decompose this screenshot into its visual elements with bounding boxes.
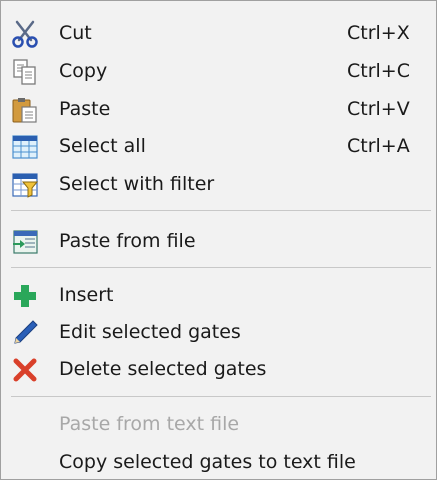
menu-item-label: Select all	[59, 135, 146, 157]
paste-icon	[11, 96, 39, 124]
menu-item-delete-selected-gates[interactable]: Delete selected gates	[1, 351, 436, 388]
menu-item-label: Insert	[59, 284, 114, 306]
menu-item-label: Edit selected gates	[59, 321, 241, 343]
menu-item-label: Paste	[59, 98, 111, 120]
menu-item-paste[interactable]: Paste Ctrl+V	[1, 91, 436, 128]
menu-item-label: Copy	[59, 60, 108, 82]
menu-separator	[11, 210, 431, 211]
plus-icon	[11, 282, 39, 310]
menu-item-label: Copy selected gates to text file	[59, 451, 356, 473]
menu-item-label: Paste from file	[59, 230, 196, 252]
menu-item-label: Select with filter	[59, 173, 215, 195]
menu-item-label: Cut	[59, 22, 92, 44]
pencil-icon	[11, 319, 39, 347]
menu-item-paste-from-text-file: Paste from text file	[1, 406, 436, 443]
menu-item-select-with-filter[interactable]: Select with filter	[1, 166, 436, 203]
menu-item-shortcut: Ctrl+C	[347, 60, 410, 82]
menu-item-select-all[interactable]: Select all Ctrl+A	[1, 128, 436, 165]
x-icon	[11, 356, 39, 384]
menu-separator	[11, 267, 431, 268]
menu-item-cut[interactable]: Cut Ctrl+X	[1, 15, 436, 52]
menu-separator	[11, 396, 431, 397]
menu-item-label: Paste from text file	[59, 413, 240, 435]
paste-file-icon	[11, 228, 39, 256]
menu-item-shortcut: Ctrl+A	[347, 135, 410, 157]
menu-item-insert[interactable]: Insert	[1, 277, 436, 314]
filter-grid-icon	[11, 171, 39, 199]
menu-item-shortcut: Ctrl+V	[347, 98, 410, 120]
menu-item-shortcut: Ctrl+X	[347, 22, 410, 44]
menu-item-copy[interactable]: Copy Ctrl+C	[1, 53, 436, 90]
menu-item-edit-selected-gates[interactable]: Edit selected gates	[1, 314, 436, 351]
menu-item-label: Delete selected gates	[59, 358, 267, 380]
copy-icon	[11, 58, 39, 86]
menu-item-copy-selected-gates-to-text-file[interactable]: Copy selected gates to text file	[1, 444, 436, 481]
context-menu: Cut Ctrl+X Copy Ctrl+C Paste Ctrl+V Sele…	[0, 0, 437, 480]
menu-item-paste-from-file[interactable]: Paste from file	[1, 223, 436, 260]
scissors-icon	[11, 20, 39, 48]
grid-select-icon	[11, 133, 39, 161]
